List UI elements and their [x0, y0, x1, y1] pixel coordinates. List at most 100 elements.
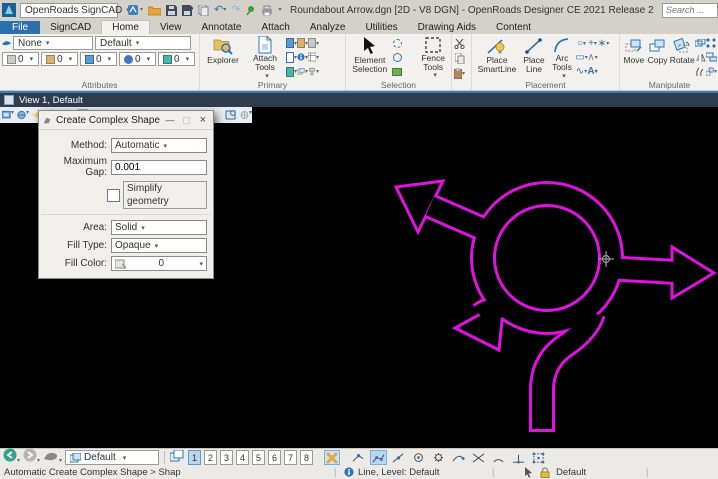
item-details-icon[interactable]	[297, 52, 308, 63]
selection-set-icon[interactable]	[524, 467, 533, 479]
element-selection-button[interactable]: Element Selection	[348, 36, 392, 80]
rotate-button[interactable]: Rotate	[669, 36, 695, 80]
select-all-icon[interactable]	[392, 38, 403, 49]
markups-icon[interactable]	[297, 66, 308, 77]
tab-attach[interactable]: Attach	[252, 21, 300, 34]
view-toggle-7[interactable]: 7	[284, 450, 297, 465]
select-by-attributes-icon[interactable]	[392, 66, 403, 77]
models-icon[interactable]	[286, 38, 297, 49]
redo-icon[interactable]: ↷	[231, 4, 240, 16]
active-color-dropdown[interactable]: 0	[2, 52, 39, 66]
tab-view[interactable]: View	[150, 21, 192, 34]
tab-utilities[interactable]: Utilities	[355, 21, 407, 34]
pin-icon[interactable]	[245, 5, 256, 16]
view-toggle-1[interactable]: 1	[188, 450, 201, 465]
search-input[interactable]	[662, 3, 718, 18]
saved-views-icon[interactable]	[308, 52, 319, 63]
manage-view-groups-icon[interactable]	[170, 449, 185, 467]
mirror-icon[interactable]	[695, 52, 706, 63]
arc-tools-button[interactable]: Arc Tools	[548, 36, 576, 80]
view-title-bar[interactable]: View 1, Default	[0, 91, 718, 107]
dialog-title-bar[interactable]: Create Complex Shape — ▢ ×	[39, 111, 213, 130]
auxiliary-coordinates-icon[interactable]	[308, 38, 319, 49]
tab-home[interactable]: Home	[101, 20, 150, 34]
fill-type-dropdown[interactable]: Opaque	[111, 238, 207, 253]
snap-origin-icon[interactable]	[430, 450, 447, 465]
workflow-selector[interactable]: OpenRoads SignCAD	[20, 3, 118, 18]
view-group-dropdown[interactable]: Default	[65, 450, 159, 465]
place-text-icon[interactable]: A	[587, 66, 598, 77]
save-icon[interactable]	[166, 5, 177, 16]
place-circle-icon[interactable]: ○	[576, 38, 587, 49]
level-manager-icon[interactable]	[286, 66, 297, 77]
snap-keypoint-icon[interactable]	[350, 450, 367, 465]
references-icon[interactable]	[286, 52, 297, 63]
select-none-icon[interactable]	[392, 52, 403, 63]
print-icon[interactable]	[261, 5, 273, 16]
simplify-geometry-label[interactable]: Simplify geometry	[123, 181, 207, 209]
paste-icon[interactable]	[454, 68, 465, 79]
view-toggle-6[interactable]: 6	[268, 450, 281, 465]
snap-center-icon[interactable]	[410, 450, 427, 465]
tab-drawing-aids[interactable]: Drawing Aids	[408, 21, 486, 34]
cell-tools-icon[interactable]	[308, 66, 319, 77]
pattern-area-icon[interactable]: ∗	[598, 38, 609, 49]
copy-to-clipboard-icon[interactable]	[454, 53, 465, 64]
tab-file[interactable]: File	[0, 21, 40, 34]
view-toggle-8[interactable]: 8	[300, 450, 313, 465]
save-settings-icon[interactable]	[182, 5, 193, 16]
tab-analyze[interactable]: Analyze	[300, 21, 356, 34]
snap-midpoint-arc-icon[interactable]	[490, 450, 507, 465]
active-transparency-dropdown[interactable]: 0	[119, 52, 156, 66]
snap-point-on-element-icon[interactable]	[530, 450, 547, 465]
place-point-icon[interactable]: +	[587, 38, 598, 49]
area-dropdown[interactable]: Solid	[111, 220, 207, 235]
cell-library-icon[interactable]	[297, 38, 308, 49]
fill-color-dropdown[interactable]: 0	[111, 256, 207, 271]
element-template-dropdown[interactable]: None	[13, 36, 93, 50]
place-polyline-icon[interactable]: ∿	[576, 66, 587, 77]
undo-icon[interactable]: ↶	[214, 4, 226, 16]
open-file-icon[interactable]	[148, 5, 161, 16]
tab-content[interactable]: Content	[486, 21, 541, 34]
view-toggle-4[interactable]: 4	[236, 450, 249, 465]
dgn-version-icon[interactable]	[128, 4, 143, 16]
snap-tangent-icon[interactable]	[450, 450, 467, 465]
active-line-weight-dropdown[interactable]: 0	[80, 52, 117, 66]
explorer-button[interactable]: Explorer	[202, 36, 244, 80]
view-toggle-3[interactable]: 3	[220, 450, 233, 465]
fence-tools-button[interactable]: Fence Tools	[417, 36, 449, 80]
dialog-close-button[interactable]: ×	[197, 114, 209, 126]
active-style-dropdown[interactable]: Default	[95, 36, 191, 50]
attach-tools-button[interactable]: Attach Tools	[244, 36, 286, 80]
snap-perpendicular-icon[interactable]	[510, 450, 527, 465]
snap-multipoint-icon[interactable]	[370, 450, 387, 465]
place-rectangle-icon[interactable]: ▭	[576, 52, 587, 63]
active-line-style-dropdown[interactable]: 0	[41, 52, 78, 66]
dialog-minimize-button[interactable]: —	[164, 115, 176, 125]
array-icon[interactable]	[706, 38, 717, 49]
back-view-button[interactable]	[3, 448, 20, 467]
forward-view-button[interactable]	[23, 448, 40, 467]
tab-signcad[interactable]: SignCAD	[40, 21, 101, 34]
tab-annotate[interactable]: Annotate	[191, 21, 251, 34]
accudraw-toggle-button[interactable]	[324, 450, 340, 465]
copy-button[interactable]: Copy	[646, 36, 670, 80]
align-icon[interactable]	[706, 52, 717, 63]
view-toggle-2[interactable]: 2	[204, 450, 217, 465]
move-button[interactable]: Move	[622, 36, 646, 80]
annotation-marker-button[interactable]	[43, 449, 62, 467]
active-priority-dropdown[interactable]: 0	[158, 52, 195, 66]
simplify-geometry-checkbox[interactable]	[107, 189, 120, 202]
message-info-icon[interactable]	[344, 467, 354, 479]
snap-nearest-icon[interactable]	[390, 450, 407, 465]
snap-intersection-icon[interactable]	[470, 450, 487, 465]
cut-icon[interactable]	[454, 38, 465, 49]
move-to-contact-icon[interactable]	[706, 66, 717, 77]
compress-icon[interactable]	[198, 5, 209, 16]
stretch-icon[interactable]	[695, 66, 706, 77]
modify-stack-icon[interactable]: ∧	[587, 52, 598, 63]
place-smartline-button[interactable]: Place SmartLine	[474, 36, 520, 80]
method-dropdown[interactable]: Automatic	[111, 138, 207, 153]
view-toggle-5[interactable]: 5	[252, 450, 265, 465]
